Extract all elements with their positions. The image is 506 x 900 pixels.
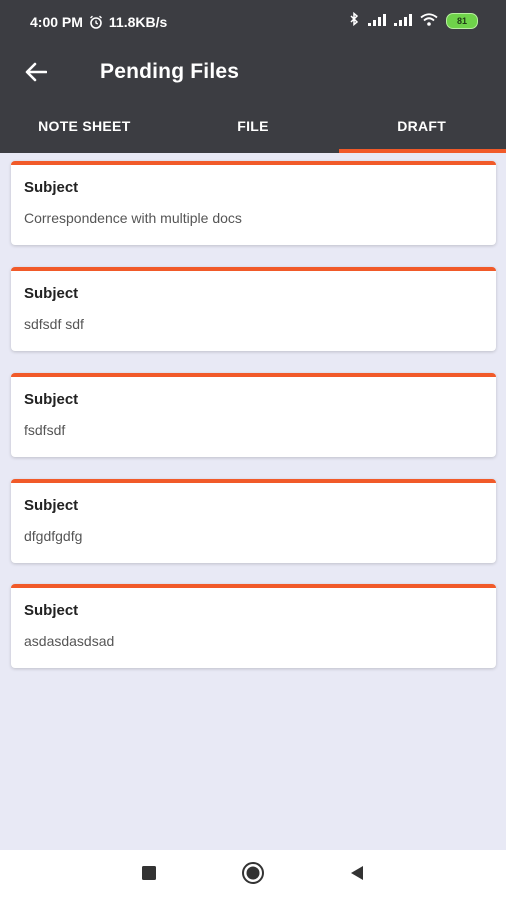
tab-file[interactable]: FILE [169, 104, 338, 153]
back-button[interactable] [20, 58, 52, 90]
subject-label: Subject [24, 391, 79, 408]
page-title: Pending Files [100, 60, 240, 83]
home-circle-icon [241, 861, 265, 890]
system-nav-bar [0, 850, 506, 900]
signal-icon [394, 13, 412, 29]
status-time: 4:00 PM [30, 14, 83, 30]
alarm-icon [89, 15, 103, 29]
wifi-icon [420, 12, 438, 29]
network-speed: 11.8KB/s [108, 14, 168, 30]
pending-files-list: Subject Correspondence with multiple doc… [0, 153, 506, 850]
subject-label: Subject [24, 285, 79, 302]
status-left: 4:00 PM 11.8KB/s [30, 14, 167, 30]
list-item[interactable]: Subject sdfsdf sdf [11, 267, 496, 351]
subject-value: dfgdfgdfg [24, 528, 83, 544]
status-bar: 4:00 PM 11.8KB/s 81 [0, 0, 506, 44]
list-item[interactable]: Subject fsdfsdf [11, 373, 496, 457]
header: 4:00 PM 11.8KB/s 81 Pending Files NOTE S… [0, 0, 506, 153]
list-item[interactable]: Subject Correspondence with multiple doc… [11, 161, 496, 245]
bluetooth-icon [348, 11, 360, 29]
subject-value: Correspondence with multiple docs [24, 210, 242, 226]
list-item[interactable]: Subject asdasdasdsad [11, 584, 496, 668]
status-right: 81 [348, 11, 478, 29]
home-button[interactable] [240, 861, 266, 890]
tab-bar: NOTE SHEET FILE DRAFT [0, 104, 506, 153]
subject-value: asdasdasdsad [24, 633, 115, 649]
subject-value: fsdfsdf [24, 422, 66, 438]
recents-button[interactable] [136, 862, 162, 888]
back-nav-button[interactable] [344, 862, 370, 888]
tab-draft[interactable]: DRAFT [337, 104, 506, 153]
signal-icon [368, 13, 386, 29]
subject-value: sdfsdf sdf [24, 316, 84, 332]
app-bar: Pending Files [0, 44, 506, 104]
subject-label: Subject [24, 602, 79, 619]
subject-label: Subject [24, 179, 79, 196]
screen: 4:00 PM 11.8KB/s 81 Pending Files NOTE S… [0, 0, 506, 900]
battery-icon: 81 [446, 12, 478, 29]
subject-label: Subject [24, 497, 79, 514]
recents-square-icon [141, 865, 157, 886]
tab-note-sheet[interactable]: NOTE SHEET [0, 104, 169, 153]
list-item[interactable]: Subject dfgdfgdfg [11, 479, 496, 563]
back-triangle-icon [349, 865, 365, 886]
arrow-left-icon [25, 62, 48, 87]
